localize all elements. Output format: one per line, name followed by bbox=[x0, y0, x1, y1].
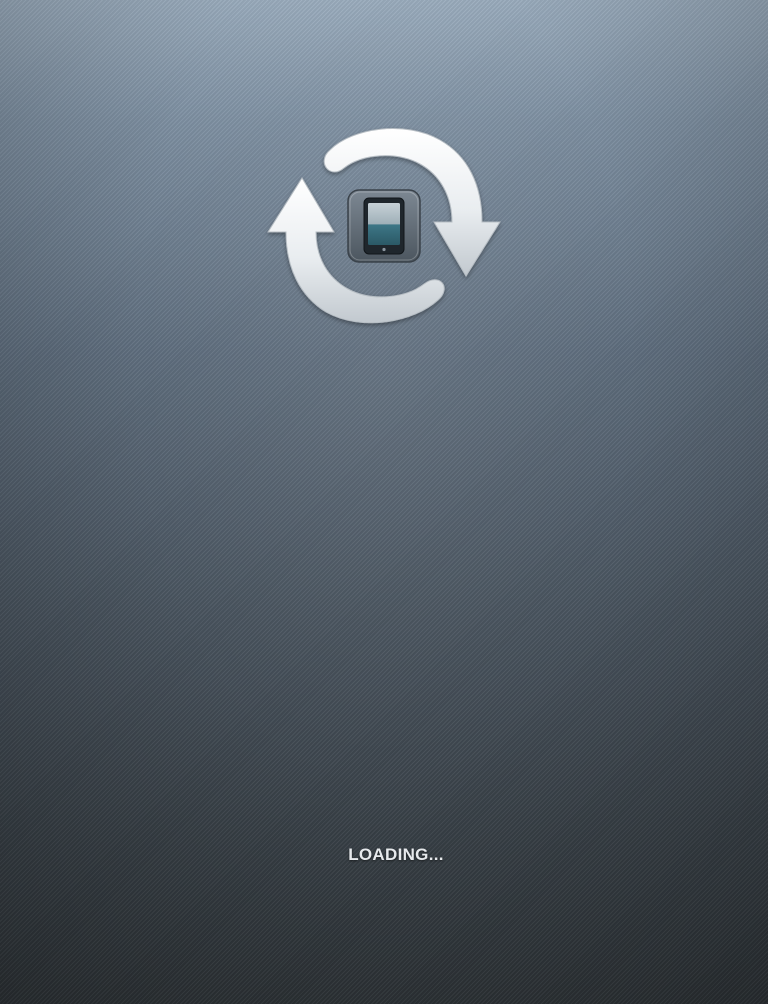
loading-screen: LOADING... bbox=[0, 0, 768, 1004]
loading-label: LOADING... bbox=[348, 845, 444, 864]
tablet-tile bbox=[347, 189, 421, 263]
sync-tablet-icon bbox=[262, 124, 506, 330]
